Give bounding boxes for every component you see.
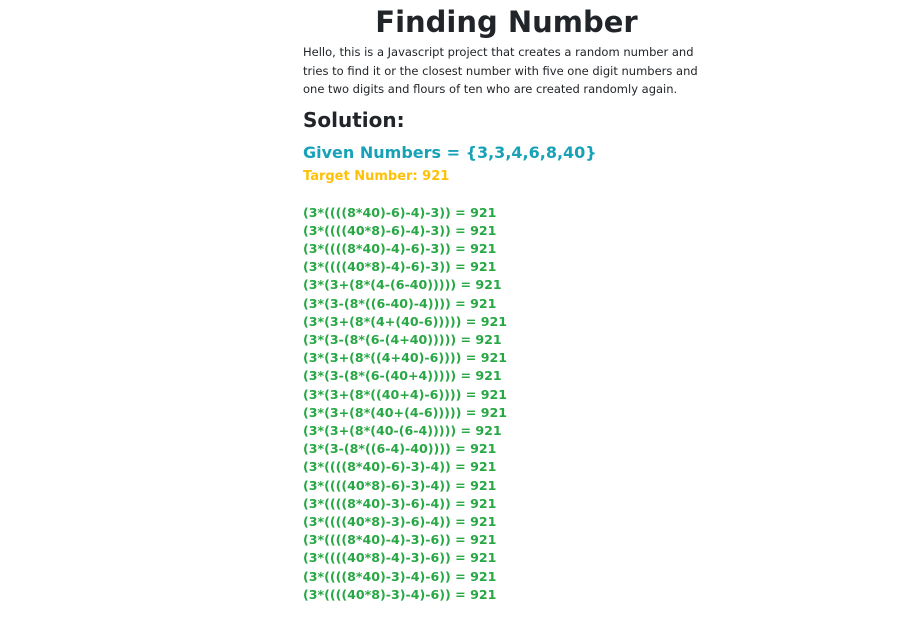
solution-item: (3*((((8*40)-6)-4)-3)) = 921	[303, 204, 497, 220]
solution-item: (3*(3+(8*(40-(6-4))))) = 921	[303, 422, 502, 438]
solution-item: (3*((((40*8)-4)-6)-3)) = 921	[303, 259, 497, 275]
page: Finding Number Hello, this is a Javascri…	[0, 0, 913, 633]
solution-item: (3*((((40*8)-6)-3)-4)) = 921	[303, 477, 497, 493]
solution-item: (3*(3+(8*(4+(40-6))))) = 921	[303, 313, 508, 329]
intro-paragraph: Hello, this is a Javascript project that…	[303, 45, 698, 96]
solution-item: (3*((((40*8)-3)-4)-6)) = 921	[303, 586, 497, 602]
solution-heading: Solution:	[303, 107, 405, 132]
solution-item: (3*((((40*8)-3)-6)-4)) = 921	[303, 513, 497, 529]
main-content: Hello, this is a Javascript project that…	[303, 43, 743, 604]
solution-item: (3*(3-(8*(6-(40+4))))) = 921	[303, 368, 502, 384]
solution-item: (3*((((8*40)-4)-6)-3)) = 921	[303, 240, 497, 256]
solution-item: (3*(3-(8*((6-4)-40)))) = 921	[303, 441, 497, 457]
solutions-list: (3*((((8*40)-6)-4)-3)) = 921 (3*((((40*8…	[303, 204, 743, 604]
solution-item: (3*(3+(8*(4-(6-40))))) = 921	[303, 277, 502, 293]
target-number: Target Number: 921	[303, 168, 450, 184]
solution-item: (3*((((40*8)-4)-3)-6)) = 921	[303, 550, 497, 566]
solution-item: (3*((((40*8)-6)-4)-3)) = 921	[303, 222, 497, 238]
solution-item: (3*((((8*40)-3)-4)-6)) = 921	[303, 568, 497, 584]
page-title: Finding Number	[375, 5, 638, 39]
solution-item: (3*(3-(8*((6-40)-4)))) = 921	[303, 295, 497, 311]
solution-item: (3*(3+(8*((4+40)-6)))) = 921	[303, 350, 508, 366]
solution-item: (3*((((8*40)-6)-3)-4)) = 921	[303, 459, 497, 475]
solution-item: (3*(3+(8*((40+4)-6)))) = 921	[303, 386, 508, 402]
given-numbers: Given Numbers = {3,3,4,6,8,40}	[303, 142, 597, 162]
solution-item: (3*(3-(8*(6-(4+40))))) = 921	[303, 331, 502, 347]
solution-item: (3*((((8*40)-4)-3)-6)) = 921	[303, 532, 497, 548]
solution-item: (3*((((8*40)-3)-6)-4)) = 921	[303, 495, 497, 511]
solution-item: (3*(3+(8*(40+(4-6))))) = 921	[303, 404, 508, 420]
